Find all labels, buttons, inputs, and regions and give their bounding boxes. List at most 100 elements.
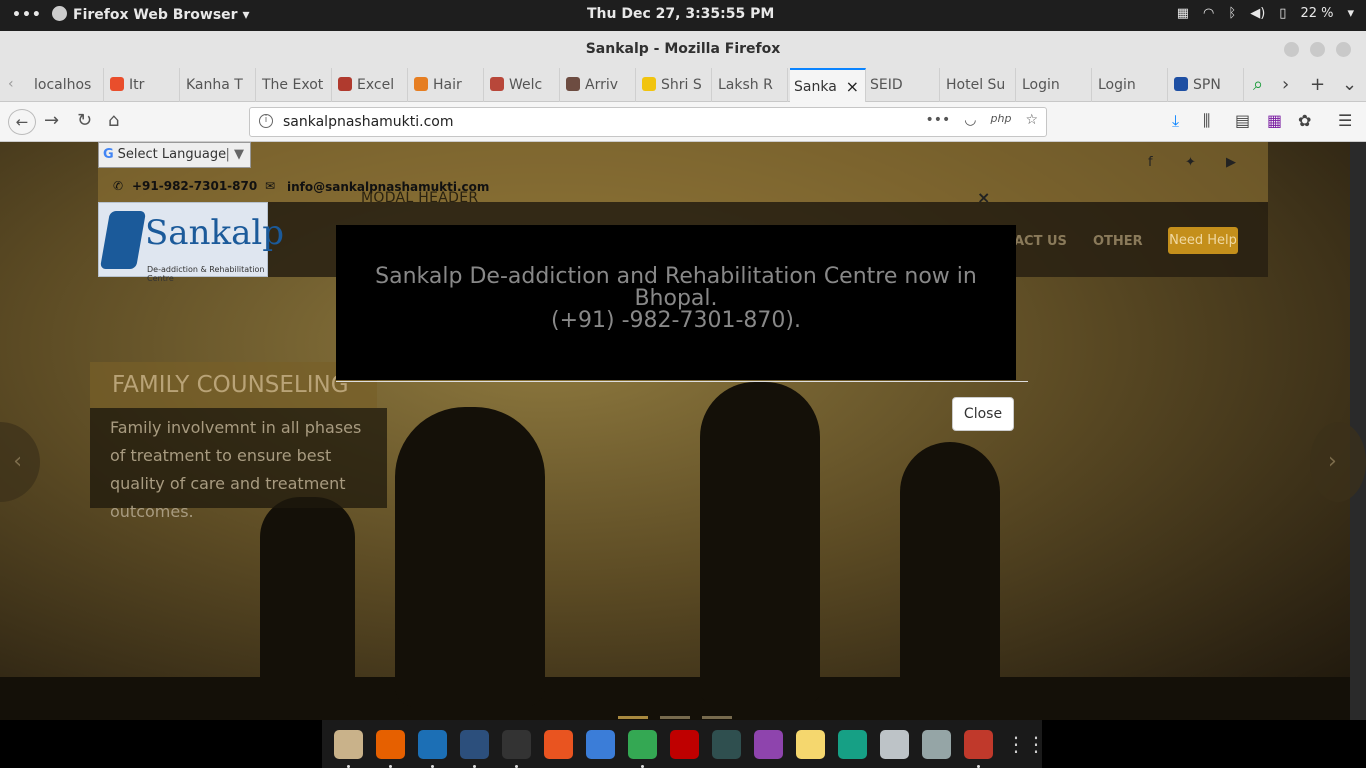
chrome-icon[interactable] (628, 729, 657, 768)
tab[interactable]: Hair (410, 68, 484, 102)
dock: ⋮⋮ (322, 720, 1046, 768)
url-text[interactable]: sankalpnashamukti.com (283, 114, 454, 130)
tab[interactable]: Login (1018, 68, 1092, 102)
home-button[interactable]: ⌂ (108, 110, 119, 131)
menu-contact-us[interactable]: ACT US (1014, 234, 1067, 249)
mysql-workbench-icon[interactable] (460, 729, 489, 768)
language-select-label: Select Language (117, 147, 227, 162)
wifi-icon: ◠ (1203, 6, 1215, 21)
sidebar-icon[interactable]: ▤ (1235, 111, 1250, 130)
url-bar[interactable]: i sankalpnashamukti.com ••• ◡ php ☆ (249, 107, 1047, 137)
scroll-tabs-right-icon[interactable]: › (1282, 74, 1289, 95)
show-applications-icon[interactable]: ⋮⋮ (1006, 732, 1046, 756)
battery-icon: ▯ (1279, 6, 1287, 21)
scroll-tabs-left-icon[interactable]: ‹ (8, 76, 14, 92)
app-green-icon[interactable] (838, 729, 867, 759)
modal-close-button[interactable]: Close (952, 397, 1014, 431)
tab[interactable]: Kanha T (182, 68, 256, 102)
tab-favicon-icon (490, 77, 504, 91)
clock[interactable]: Thu Dec 27, 3:35:55 PM (587, 6, 774, 22)
list-all-tabs-icon[interactable]: ⌄ (1342, 74, 1357, 95)
system-tray[interactable]: ▦ ◠ ᛒ ◀) ▯ 22 % ▾ (1177, 6, 1354, 21)
tab[interactable]: Shri S (638, 68, 712, 102)
window-title-bar: Sankalp - Mozilla Firefox (0, 31, 1366, 68)
library-icon[interactable]: ⫼ (1203, 111, 1210, 131)
tab[interactable]: localhos (30, 68, 104, 102)
tab[interactable]: SEID (866, 68, 940, 102)
site-logo[interactable]: Sankalp De-addiction & Rehabilitation Ce… (98, 202, 284, 283)
tab-label: Excel (357, 77, 395, 93)
filezilla-icon[interactable] (670, 729, 699, 759)
page-actions-button[interactable]: ••• (926, 112, 951, 128)
php-extension-icon[interactable]: php (991, 112, 1012, 128)
tab[interactable]: SPN (1170, 68, 1244, 102)
tab-label: Shri S (661, 77, 702, 93)
minimize-button[interactable] (1284, 42, 1299, 57)
slider-dot[interactable] (702, 716, 732, 719)
slider-dot[interactable] (660, 716, 690, 719)
app-menu[interactable]: Firefox Web Browser ▾ (52, 6, 249, 23)
tab[interactable]: Welc (486, 68, 560, 102)
phone-number[interactable]: +91-982-7301-870 (132, 179, 257, 193)
close-tab-icon[interactable]: × (846, 70, 859, 102)
app-gray-icon[interactable] (880, 729, 909, 759)
system-monitor-icon[interactable] (712, 729, 741, 759)
chevron-down-icon: ▾ (1347, 6, 1354, 21)
firefox-icon[interactable] (376, 729, 405, 768)
tab-label: Login (1098, 77, 1136, 93)
tab[interactable]: Excel (334, 68, 408, 102)
language-select[interactable]: G Select Language | ▼ (98, 142, 251, 168)
close-window-button[interactable] (1336, 42, 1351, 57)
extension-icon[interactable]: ▦ (1267, 111, 1282, 130)
terminal-icon[interactable] (502, 729, 531, 768)
back-button[interactable]: ← (8, 109, 36, 135)
software-center-icon[interactable] (544, 729, 573, 759)
downloads-icon[interactable]: ⤓ (1172, 111, 1179, 131)
tab-label: Laksh R (718, 77, 773, 93)
reload-button[interactable]: ↻ (77, 110, 92, 131)
maximize-button[interactable] (1310, 42, 1325, 57)
new-tab-button[interactable]: + (1310, 74, 1325, 95)
app-menu-label: Firefox Web Browser ▾ (73, 7, 250, 23)
boy-silhouette (900, 442, 1000, 692)
files-icon[interactable] (334, 729, 363, 768)
tab-label: localhos (34, 77, 92, 93)
slider-dot[interactable] (618, 716, 648, 719)
menu-other[interactable]: OTHER (1093, 234, 1143, 249)
tab[interactable]: Arriv (562, 68, 636, 102)
slider-prev-button[interactable]: ‹ (0, 422, 40, 502)
tab-label: Login (1022, 77, 1060, 93)
search-tab-icon[interactable]: ⌕ (1253, 74, 1263, 95)
tab[interactable]: Laksh R (714, 68, 788, 102)
modal-divider (336, 381, 1028, 382)
tab[interactable]: Itr (106, 68, 180, 102)
pocket-icon[interactable]: ◡ (964, 112, 976, 128)
settings-icon[interactable] (964, 729, 993, 768)
editor-icon[interactable] (922, 729, 951, 759)
modal-header: MODAL HEADER (361, 190, 479, 206)
site-info-icon[interactable]: i (259, 114, 273, 128)
twitter-icon[interactable]: ✦ (1185, 155, 1196, 170)
slider-next-button[interactable]: › (1310, 422, 1366, 502)
youtube-icon[interactable]: ▶ (1226, 155, 1236, 170)
mail-icon: ✉ (265, 179, 276, 193)
vpn-icon[interactable] (754, 729, 783, 759)
tab-label: SPN (1193, 77, 1221, 93)
modal-message-line: (+91) -982-7301-870). (551, 308, 801, 333)
forward-button[interactable]: → (44, 110, 59, 131)
hamburger-menu-icon[interactable]: ☰ (1338, 111, 1352, 130)
vscode-icon[interactable] (418, 729, 447, 768)
document-viewer-icon[interactable] (586, 729, 615, 759)
keyboard-icon: ▦ (1176, 6, 1190, 21)
app-yellow-icon[interactable] (796, 729, 825, 759)
modal-close-icon[interactable]: × (977, 188, 990, 207)
extension-paw-icon[interactable]: ✿ (1298, 111, 1311, 130)
tab[interactable]: Hotel Su (942, 68, 1016, 102)
tab[interactable]: Login (1094, 68, 1168, 102)
tab[interactable]: The Exot (258, 68, 332, 102)
tab[interactable]: Sanka × (790, 68, 866, 102)
bookmark-star-icon[interactable]: ☆ (1025, 112, 1038, 128)
activities-button[interactable]: ••• (12, 7, 42, 23)
need-help-button[interactable]: Need Help (1168, 227, 1238, 254)
facebook-icon[interactable]: f (1148, 155, 1153, 170)
